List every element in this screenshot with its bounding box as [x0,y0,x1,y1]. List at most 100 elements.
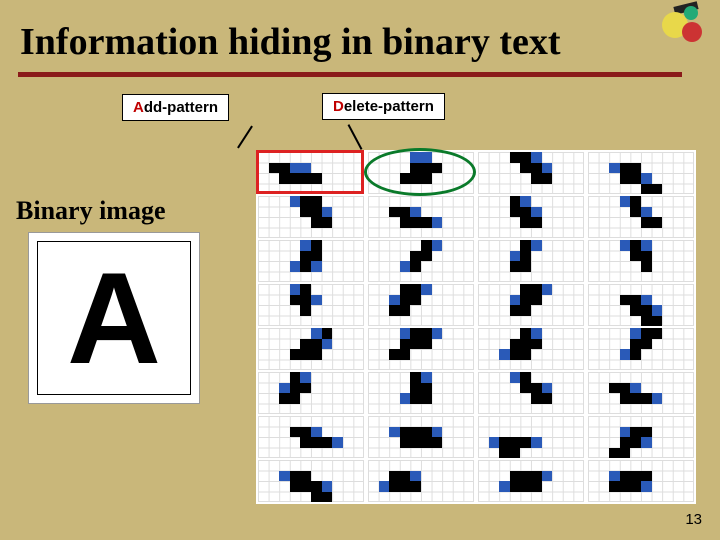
base-pixel [389,471,400,482]
base-pixel [510,437,521,448]
base-pixel [520,471,531,482]
base-pixel [531,217,542,228]
add-pixel [290,196,301,207]
add-pixel [311,427,322,438]
binary-image-example: A [28,232,200,404]
base-pixel [300,295,311,306]
base-pixel [520,240,531,251]
base-pixel [410,383,421,394]
base-pixel [510,448,521,459]
base-pixel [520,163,531,174]
base-pixel [290,481,301,492]
base-pixel [300,261,311,272]
pattern-cell [588,372,694,414]
add-pixel [531,328,542,339]
base-pixel [400,481,411,492]
base-pixel [641,393,652,404]
add-pixel [641,240,652,251]
base-pixel [609,383,620,394]
base-pixel [389,481,400,492]
base-pixel [400,207,411,218]
add-pixel [499,481,510,492]
base-pixel [510,305,521,316]
base-pixel [630,196,641,207]
base-pixel [300,305,311,316]
binary-image-inner: A [37,241,191,395]
base-pixel [290,471,301,482]
add-pixel [410,207,421,218]
add-pixel [432,240,443,251]
base-pixel [410,251,421,262]
add-pattern-rest: dd-pattern [144,99,218,116]
pattern-cell [478,196,584,238]
base-pixel [630,295,641,306]
pattern-cell [588,284,694,326]
base-pixel [311,240,322,251]
base-pixel [520,372,531,383]
add-pixel [620,349,631,360]
add-pixel [641,481,652,492]
base-pixel [400,217,411,228]
add-pixel [311,295,322,306]
base-pixel [520,251,531,262]
pattern-cell [588,416,694,458]
base-pixel [400,284,411,295]
base-pixel [311,217,322,228]
base-pixel [531,163,542,174]
add-pixel [542,471,553,482]
base-pixel [410,339,421,350]
pattern-cell [368,372,474,414]
add-pixel [641,295,652,306]
base-pixel [641,261,652,272]
base-pixel [499,437,510,448]
add-pixel [542,383,553,394]
add-pixel [641,437,652,448]
base-pixel [290,393,301,404]
base-pixel [620,173,631,184]
base-pixel [620,393,631,404]
add-pixel [432,328,443,339]
add-pixel [389,427,400,438]
base-pixel [311,251,322,262]
base-pixel [400,295,411,306]
add-pixel [499,349,510,360]
pattern-cell [478,460,584,502]
add-pixel [311,261,322,272]
base-pixel [421,217,432,228]
base-pixel [290,349,301,360]
base-pixel [290,295,301,306]
base-pixel [630,393,641,404]
base-pixel [609,448,620,459]
add-pixel [311,328,322,339]
add-pixel [510,251,521,262]
base-pixel [510,207,521,218]
add-pixel [489,437,500,448]
base-pixel [531,284,542,295]
base-pixel [652,328,663,339]
base-pixel [520,152,531,163]
base-pixel [620,295,631,306]
base-pixel [311,207,322,218]
base-pixel [630,240,641,251]
add-pixel [410,471,421,482]
base-pixel [510,196,521,207]
base-pixel [410,437,421,448]
base-pixel [300,437,311,448]
base-pixel [620,383,631,394]
base-pixel [520,339,531,350]
base-pixel [630,305,641,316]
base-pixel [410,217,421,228]
base-pixel [620,471,631,482]
page-number: 13 [685,511,702,528]
base-pixel [520,261,531,272]
pattern-cell [258,416,364,458]
base-pixel [421,251,432,262]
base-pixel [630,471,641,482]
base-pixel [542,393,553,404]
base-pixel [510,349,521,360]
base-pixel [410,481,421,492]
add-pixel [332,437,343,448]
add-pixel [531,437,542,448]
base-pixel [641,427,652,438]
pattern-cell [368,328,474,370]
